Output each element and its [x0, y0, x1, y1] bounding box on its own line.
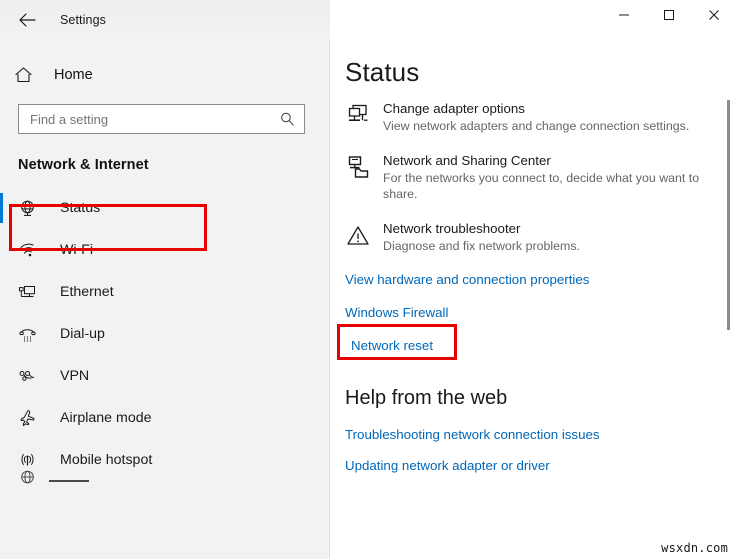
sidebar-item-label: Wi-Fi: [60, 242, 93, 258]
search-input[interactable]: [30, 106, 280, 132]
tile-subtitle: Diagnose and fix network problems.: [383, 238, 580, 254]
vpn-icon: [18, 367, 48, 386]
sidebar-item-label: Mobile hotspot: [60, 452, 152, 468]
minimize-icon: [618, 9, 630, 21]
change-adapter-icon: [345, 100, 379, 134]
search-box[interactable]: [18, 104, 305, 134]
maximize-button[interactable]: [646, 0, 691, 30]
sidebar-item-airplane-mode[interactable]: Airplane mode: [0, 397, 329, 439]
sidebar-item-label: Status: [60, 200, 100, 216]
hotspot-icon: [18, 451, 48, 470]
wifi-icon: [18, 241, 48, 260]
tile-subtitle: For the networks you connect to, decide …: [383, 170, 713, 202]
sidebar-nav-list: Status Wi-Fi: [0, 187, 329, 481]
sidebar-item-partial[interactable]: [18, 469, 89, 493]
title-bar: Settings: [0, 0, 736, 40]
back-arrow-icon: [18, 12, 38, 28]
help-link-updating-driver[interactable]: Updating network adapter or driver: [345, 458, 550, 473]
page-title: Status: [345, 57, 736, 88]
maximize-icon: [663, 9, 675, 21]
sidebar-item-label: Ethernet: [60, 284, 114, 300]
window-controls: [330, 0, 736, 40]
sidebar-item-home[interactable]: Home: [14, 58, 329, 92]
sidebar-home-label: Home: [54, 67, 93, 83]
watermark: wsxdn.com: [661, 541, 728, 555]
link-view-hardware-properties[interactable]: View hardware and connection properties: [345, 272, 589, 287]
tile-title: Network troubleshooter: [383, 220, 580, 237]
globe-status-icon: [18, 199, 48, 218]
search-icon: [280, 112, 295, 127]
back-button[interactable]: [8, 3, 48, 37]
help-link-troubleshooting[interactable]: Troubleshooting network connection issue…: [345, 427, 600, 442]
globe-proxy-icon: [18, 469, 37, 493]
airplane-icon: [18, 409, 48, 428]
sharing-center-icon: [345, 152, 379, 202]
tile-change-adapter-options[interactable]: Change adapter options View network adap…: [345, 100, 720, 134]
tile-network-troubleshooter[interactable]: Network troubleshooter Diagnose and fix …: [345, 220, 720, 254]
help-section-title: Help from the web: [345, 387, 736, 410]
link-network-reset[interactable]: Network reset: [351, 338, 433, 353]
sidebar-item-dialup[interactable]: Dial-up: [0, 313, 329, 355]
warning-triangle-icon: [345, 220, 379, 254]
sidebar-item-status[interactable]: Status: [0, 187, 329, 229]
window-title: Settings: [60, 13, 106, 27]
close-icon: [708, 9, 720, 21]
tile-subtitle: View network adapters and change connect…: [383, 118, 689, 134]
minimize-button[interactable]: [601, 0, 646, 30]
settings-window: Settings: [0, 0, 736, 559]
tile-title: Change adapter options: [383, 100, 689, 117]
home-icon: [14, 66, 44, 84]
sidebar: Home Network & Internet: [0, 40, 330, 559]
sidebar-item-vpn[interactable]: VPN: [0, 355, 329, 397]
title-bar-left: Settings: [0, 0, 330, 40]
dialup-phone-icon: [18, 325, 48, 344]
content-scrollbar[interactable]: [727, 100, 730, 330]
ethernet-icon: [18, 283, 48, 302]
tile-network-sharing-center[interactable]: Network and Sharing Center For the netwo…: [345, 152, 720, 202]
sidebar-item-wifi[interactable]: Wi-Fi: [0, 229, 329, 271]
sidebar-item-label: Airplane mode: [60, 410, 152, 426]
sidebar-category-title: Network & Internet: [18, 157, 329, 173]
sidebar-item-label: Dial-up: [60, 326, 105, 342]
close-button[interactable]: [691, 0, 736, 30]
tile-title: Network and Sharing Center: [383, 152, 713, 169]
sidebar-item-label: VPN: [60, 368, 89, 384]
link-windows-firewall[interactable]: Windows Firewall: [345, 305, 448, 320]
sidebar-item-ethernet[interactable]: Ethernet: [0, 271, 329, 313]
main-content: Status Change adapter options View netwo…: [331, 40, 736, 559]
